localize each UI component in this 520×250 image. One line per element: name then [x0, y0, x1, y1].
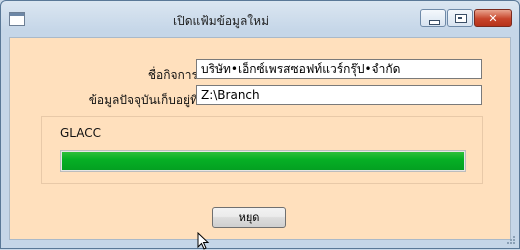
dialog-window: เปิดแฟ้มข้อมูลใหม่ ✕ ชื่อกิจการ บริษัท•เ…	[0, 0, 520, 250]
data-location-label: ข้อมูลปัจจุบันเก็บอยู่ที่	[88, 93, 198, 107]
data-location-field[interactable]: Z:\Branch	[196, 85, 482, 105]
progress-label: GLACC	[60, 126, 102, 140]
maximize-button[interactable]	[447, 9, 473, 27]
progress-bar	[60, 150, 466, 172]
close-icon: ✕	[488, 12, 498, 25]
company-name-field[interactable]: บริษัท•เอ็กซ์เพรสซอฟท์แวร์กรุ๊ป•จำกัด	[196, 59, 482, 79]
stop-button[interactable]: หยุด	[212, 207, 286, 228]
minimize-icon	[429, 20, 440, 25]
progress-fill	[62, 152, 464, 170]
minimize-button[interactable]	[420, 9, 446, 27]
resize-grip-icon[interactable]	[506, 235, 516, 245]
mouse-pointer-icon	[197, 232, 210, 250]
title-bar[interactable]: เปิดแฟ้มข้อมูลใหม่ ✕	[1, 1, 519, 37]
maximize-icon	[455, 14, 467, 23]
company-label: ชื่อกิจการ	[147, 68, 198, 82]
close-button[interactable]: ✕	[474, 9, 512, 27]
window-title: เปิดแฟ้มข้อมูลใหม่	[172, 14, 269, 28]
dialog-body: ชื่อกิจการ บริษัท•เอ็กซ์เพรสซอฟท์แวร์กรุ…	[9, 37, 511, 240]
